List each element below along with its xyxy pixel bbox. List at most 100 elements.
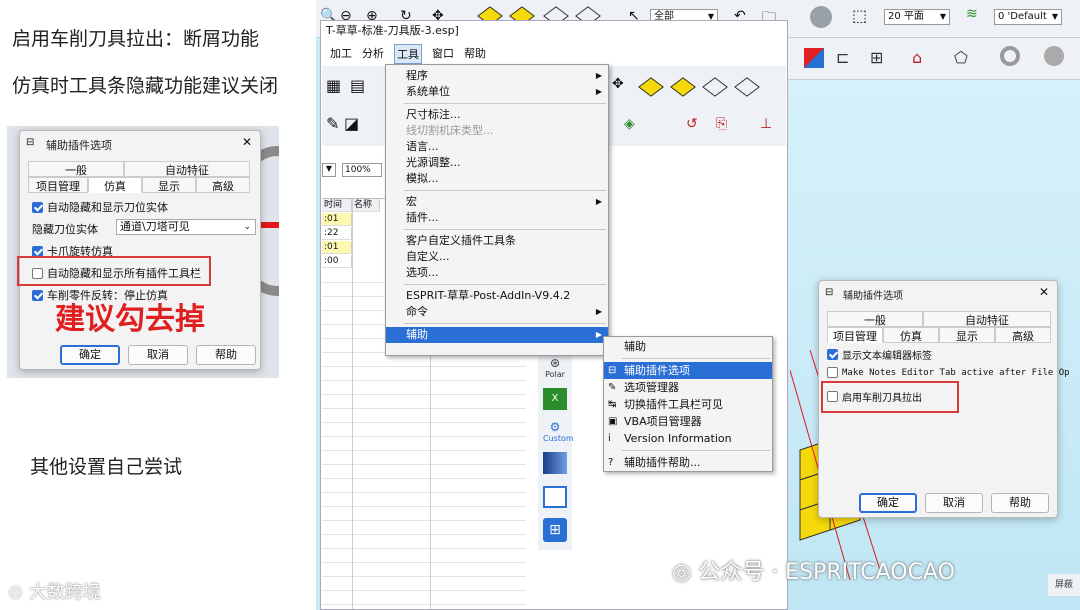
tab-display[interactable]: 显示 (939, 327, 995, 343)
menu-window[interactable]: 窗口 (432, 44, 454, 64)
tools-menu-item[interactable]: 宏 ▶ (386, 194, 608, 210)
tools-menu-item[interactable]: 客户自定义插件工具条 (386, 233, 608, 249)
ok-button[interactable]: 确定 (60, 345, 120, 365)
custom-icon[interactable]: ⚙ Custom (543, 420, 574, 443)
layer-icon[interactable]: ≋ (966, 6, 978, 22)
tab-simulation[interactable]: 仿真 (883, 327, 939, 343)
tools-menu-item[interactable]: 尺寸标注... (386, 107, 608, 123)
surface-icon[interactable]: ⊏ (836, 48, 849, 67)
grid-cell[interactable]: :00 (322, 255, 352, 268)
cube-wire-icon[interactable] (702, 76, 728, 98)
menu-tools[interactable]: 工具 (394, 44, 422, 64)
feature-toolbar (786, 38, 1080, 80)
chevron-down-icon: ⌄ (243, 222, 251, 232)
close-icon[interactable]: ✕ (242, 135, 252, 149)
option-row[interactable]: 显示文本编辑器标签 (827, 347, 932, 362)
option-row[interactable]: Make Notes Editor Tab active after File … (827, 367, 1070, 378)
tools-menu-item[interactable]: 选项... (386, 265, 608, 281)
tab-auto-feature[interactable]: 自动特征 (124, 161, 250, 177)
sketch-icon[interactable]: ⬠ (954, 48, 968, 67)
tools-menu-item[interactable]: 语言... (386, 139, 608, 155)
mesh-icon[interactable]: ⊞ (870, 48, 883, 67)
checkbox[interactable] (32, 245, 43, 257)
shape-icon[interactable]: ◪ (344, 114, 359, 133)
submenu-item[interactable]: ⊟ 辅助插件选项 (604, 362, 772, 379)
submenu-item[interactable]: ↹ 切换插件工具栏可见 (604, 396, 772, 413)
tools-menu-item[interactable]: 线切割机床类型... (386, 123, 608, 139)
help-button[interactable]: 帮助 (196, 345, 256, 365)
measure-icon[interactable]: ⊥ (760, 116, 772, 132)
chevron-right-icon: ▶ (595, 330, 602, 339)
edit-icon[interactable]: ✎ (326, 114, 339, 133)
hide-tool-select[interactable]: 通道\刀塔可见 ⌄ (116, 219, 256, 235)
chevron-right-icon: ▶ (595, 197, 602, 206)
tab-simulation[interactable]: 仿真 (88, 177, 142, 193)
axis-icon[interactable]: ⬚ (852, 6, 867, 25)
tab-general[interactable]: 一般 (827, 311, 923, 327)
help-button[interactable]: 帮助 (991, 493, 1049, 513)
tab-auto-feature[interactable]: 自动特征 (923, 311, 1051, 327)
feature-icon[interactable]: ⌂ (912, 48, 922, 67)
layer-combo[interactable]: 0 'Default ▼ (994, 9, 1062, 25)
transform-icon[interactable]: ↺ (686, 116, 698, 132)
submenu-item[interactable]: ▣ VBA项目管理器 (604, 413, 772, 430)
tools-menu-item[interactable]: 插件... (386, 210, 608, 226)
list-icon[interactable]: ▤ (350, 76, 365, 95)
tab-advanced[interactable]: 高级 (196, 177, 250, 193)
menu-analysis[interactable]: 分析 (362, 44, 384, 64)
tools-menu-item[interactable]: 模拟... (386, 171, 608, 187)
tools-menu-item[interactable]: 光源调整... (386, 155, 608, 171)
tools-menu-item[interactable]: 命令 ▶ (386, 304, 608, 320)
gear-icon[interactable] (1044, 46, 1064, 66)
layers-icon[interactable]: ◈ (624, 116, 635, 132)
corner-button[interactable]: 屏蔽 (1048, 574, 1080, 596)
chevron-down-icon[interactable]: ▼ (322, 163, 336, 177)
tools-menu-item[interactable]: 系统单位 ▶ (386, 84, 608, 100)
grid-cell[interactable]: :01 (322, 241, 352, 254)
submenu-item[interactable]: ✎ 选项管理器 (604, 379, 772, 396)
copy-icon[interactable]: ⎘ (716, 116, 727, 132)
plane-combo[interactable]: 20 平面 ▼ (884, 9, 950, 25)
tab-project-manager[interactable]: 项目管理 (28, 177, 88, 193)
tools-menu-item[interactable]: 自定义... (386, 249, 608, 265)
option-row[interactable]: 自动隐藏和显示刀位实体 (32, 199, 168, 215)
tab-advanced[interactable]: 高级 (995, 327, 1051, 343)
grid-cell[interactable]: :01 (322, 213, 352, 226)
menu-item-label: 选项管理器 (624, 381, 679, 394)
cancel-button[interactable]: 取消 (128, 345, 188, 365)
cancel-button[interactable]: 取消 (925, 493, 983, 513)
solid-color-icon[interactable] (804, 48, 824, 68)
chart-icon[interactable] (543, 452, 567, 474)
apps-icon[interactable]: ⊞ (543, 518, 567, 542)
move-icon[interactable]: ✥ (612, 76, 624, 92)
polar-icon[interactable]: ⊛ Polar (543, 356, 567, 379)
menu-item-label: 系统单位 (406, 85, 450, 98)
close-icon[interactable]: ✕ (1039, 285, 1049, 299)
cube-hidden-icon[interactable] (734, 76, 760, 98)
tools-menu-item[interactable]: 程序 ▶ (386, 68, 608, 84)
checkbox[interactable] (827, 367, 838, 378)
calc-icon[interactable]: ▦ (326, 76, 341, 95)
dialog-title: 辅助插件选项 (843, 291, 903, 302)
submenu-item[interactable]: ? 辅助插件帮助... (604, 454, 772, 471)
nc-icon[interactable] (543, 486, 567, 508)
excel-icon[interactable]: X (543, 388, 567, 410)
submenu-item[interactable]: i Version Information (604, 430, 772, 447)
menu-help[interactable]: 帮助 (464, 44, 486, 64)
checkbox[interactable] (827, 349, 838, 360)
checkbox[interactable] (32, 289, 43, 301)
checkbox[interactable] (32, 201, 43, 213)
tools-menu-item[interactable]: 辅助 ▶ (386, 327, 608, 343)
tool-icon[interactable] (1000, 46, 1020, 66)
tab-display[interactable]: 显示 (142, 177, 196, 193)
tools-menu-item[interactable]: ESPRIT-草草-Post-AddIn-V9.4.2 (386, 288, 608, 304)
grid-cell[interactable]: :22 (322, 227, 352, 240)
zoom-input[interactable]: 100% (342, 163, 382, 177)
cube-shaded-edges-icon[interactable] (670, 76, 696, 98)
menu-machining[interactable]: 加工 (330, 44, 352, 64)
cube-shaded-icon[interactable] (638, 76, 664, 98)
stop-icon[interactable] (810, 6, 832, 28)
ok-button[interactable]: 确定 (859, 493, 917, 513)
tab-project-manager[interactable]: 项目管理 (827, 327, 883, 343)
tab-general[interactable]: 一般 (28, 161, 124, 177)
